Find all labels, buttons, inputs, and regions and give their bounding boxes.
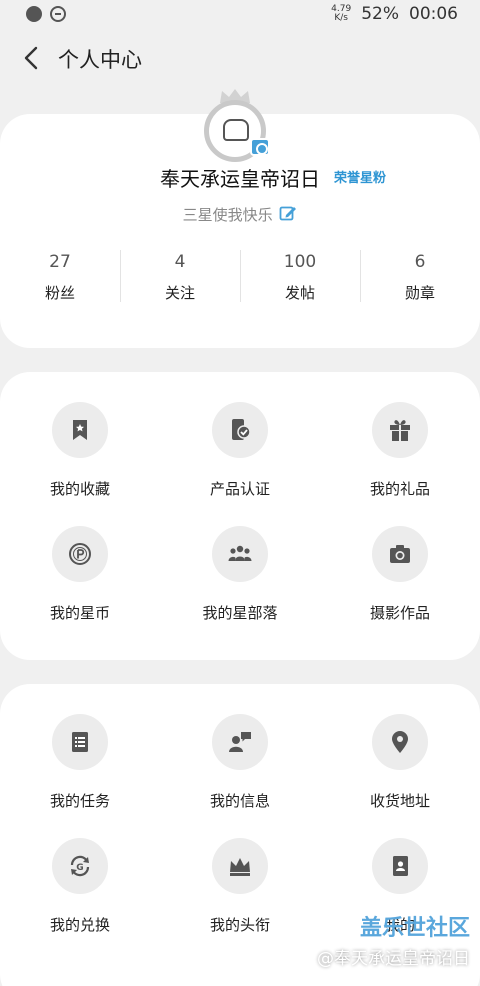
avatar-container[interactable] xyxy=(204,88,270,162)
coin-icon xyxy=(69,543,91,565)
stat-following[interactable]: 4 关注 xyxy=(120,246,240,302)
stat-value: 6 xyxy=(414,252,426,272)
features-card: 我的收藏 产品认证 我的礼品 我的星币 我的星部落 摄影作品 xyxy=(0,372,480,660)
phone-check-icon xyxy=(232,419,251,440)
menu-item-tasks[interactable]: 我的任务 xyxy=(0,714,160,814)
clock: 00:06 xyxy=(409,4,458,24)
stat-value: 100 xyxy=(283,252,317,272)
camera-icon xyxy=(390,545,410,563)
message-user-icon xyxy=(229,732,251,752)
menu-item-label: 我的星部落 xyxy=(202,604,278,622)
stat-label: 勋章 xyxy=(404,284,435,302)
menu-item-label: 我的礼品 xyxy=(369,480,430,498)
menu-item-messages[interactable]: 我的信息 xyxy=(160,714,320,814)
menu-item-tribe[interactable]: 我的星部落 xyxy=(160,526,320,626)
stats-row: 27 粉丝 4 关注 100 发帖 6 勋章 xyxy=(0,246,480,302)
battery-level: 52% xyxy=(361,4,399,24)
menu-item-label: 我的兑换 xyxy=(49,916,110,934)
menu-item-label: 我的任务 xyxy=(49,792,110,810)
profile-card: 奉天承运皇帝诏日 荣誉星粉 三星使我快乐 27 粉丝 4 关注 100 发帖 6… xyxy=(0,89,480,348)
watermark-user: @奉天承运皇帝诏日 xyxy=(317,949,470,969)
crown-icon xyxy=(230,858,250,876)
edit-icon[interactable] xyxy=(279,204,297,222)
menu-item-coins[interactable]: 我的星币 xyxy=(0,526,160,626)
header: 个人中心 xyxy=(0,36,480,80)
page-title: 个人中心 xyxy=(58,48,142,72)
avatar-drawing xyxy=(223,119,249,141)
menu-item-exchange[interactable]: G 我的兑换 xyxy=(0,838,160,938)
network-speed: 4.79 K/s xyxy=(331,5,351,23)
menu-item-address[interactable]: 收货地址 xyxy=(320,714,480,814)
svg-text:G: G xyxy=(76,863,83,873)
watermark: 盖乐世社区 @奉天承运皇帝诏日 xyxy=(317,910,470,969)
back-arrow-icon[interactable] xyxy=(18,44,46,72)
menu-item-label: 我的信息 xyxy=(209,792,270,810)
stat-label: 关注 xyxy=(164,284,195,302)
menu-item-label: 摄影作品 xyxy=(369,604,430,622)
stat-label: 发帖 xyxy=(284,284,315,302)
username-row: 奉天承运皇帝诏日 荣誉星粉 xyxy=(0,163,480,192)
menu-item-favorites[interactable]: 我的收藏 xyxy=(0,402,160,502)
status-bar: 4.79 K/s 52% 00:06 xyxy=(0,0,480,30)
menu-item-gifts[interactable]: 我的礼品 xyxy=(320,402,480,502)
stat-medals[interactable]: 6 勋章 xyxy=(360,246,480,302)
watermark-brand: 盖乐世社区 xyxy=(359,916,470,941)
menu-item-titles[interactable]: 我的头衔 xyxy=(160,838,320,938)
location-pin-icon xyxy=(392,731,408,753)
exchange-icon: G xyxy=(70,855,90,877)
gift-icon xyxy=(390,420,410,441)
signature-text: 三星使我快乐 xyxy=(182,206,273,224)
menu-item-label: 我的头衔 xyxy=(209,916,270,934)
stat-followers[interactable]: 27 粉丝 xyxy=(0,246,120,302)
task-list-icon xyxy=(72,732,88,752)
stat-value: 27 xyxy=(49,252,71,272)
do-not-disturb-icon xyxy=(50,6,66,22)
speed-unit: K/s xyxy=(334,13,348,23)
camera-icon[interactable] xyxy=(250,138,270,156)
stat-value: 4 xyxy=(174,252,186,272)
group-icon xyxy=(228,545,252,561)
menu-item-label: 我的星币 xyxy=(49,604,110,622)
honor-badge: 荣誉星粉 xyxy=(334,171,387,186)
bookmark-icon xyxy=(73,420,87,440)
stat-posts[interactable]: 100 发帖 xyxy=(240,246,360,302)
menu-item-label: 收货地址 xyxy=(369,792,430,810)
menu-item-label: 我的收藏 xyxy=(49,480,110,498)
globe-icon xyxy=(26,6,42,22)
menu-item-product-verify[interactable]: 产品认证 xyxy=(160,402,320,502)
signature-row[interactable]: 三星使我快乐 xyxy=(0,204,480,225)
id-card-icon xyxy=(393,856,408,876)
stat-label: 粉丝 xyxy=(44,284,75,302)
menu-item-label: 产品认证 xyxy=(209,480,270,498)
menu-item-photography[interactable]: 摄影作品 xyxy=(320,526,480,626)
username: 奉天承运皇帝诏日 xyxy=(160,167,320,191)
